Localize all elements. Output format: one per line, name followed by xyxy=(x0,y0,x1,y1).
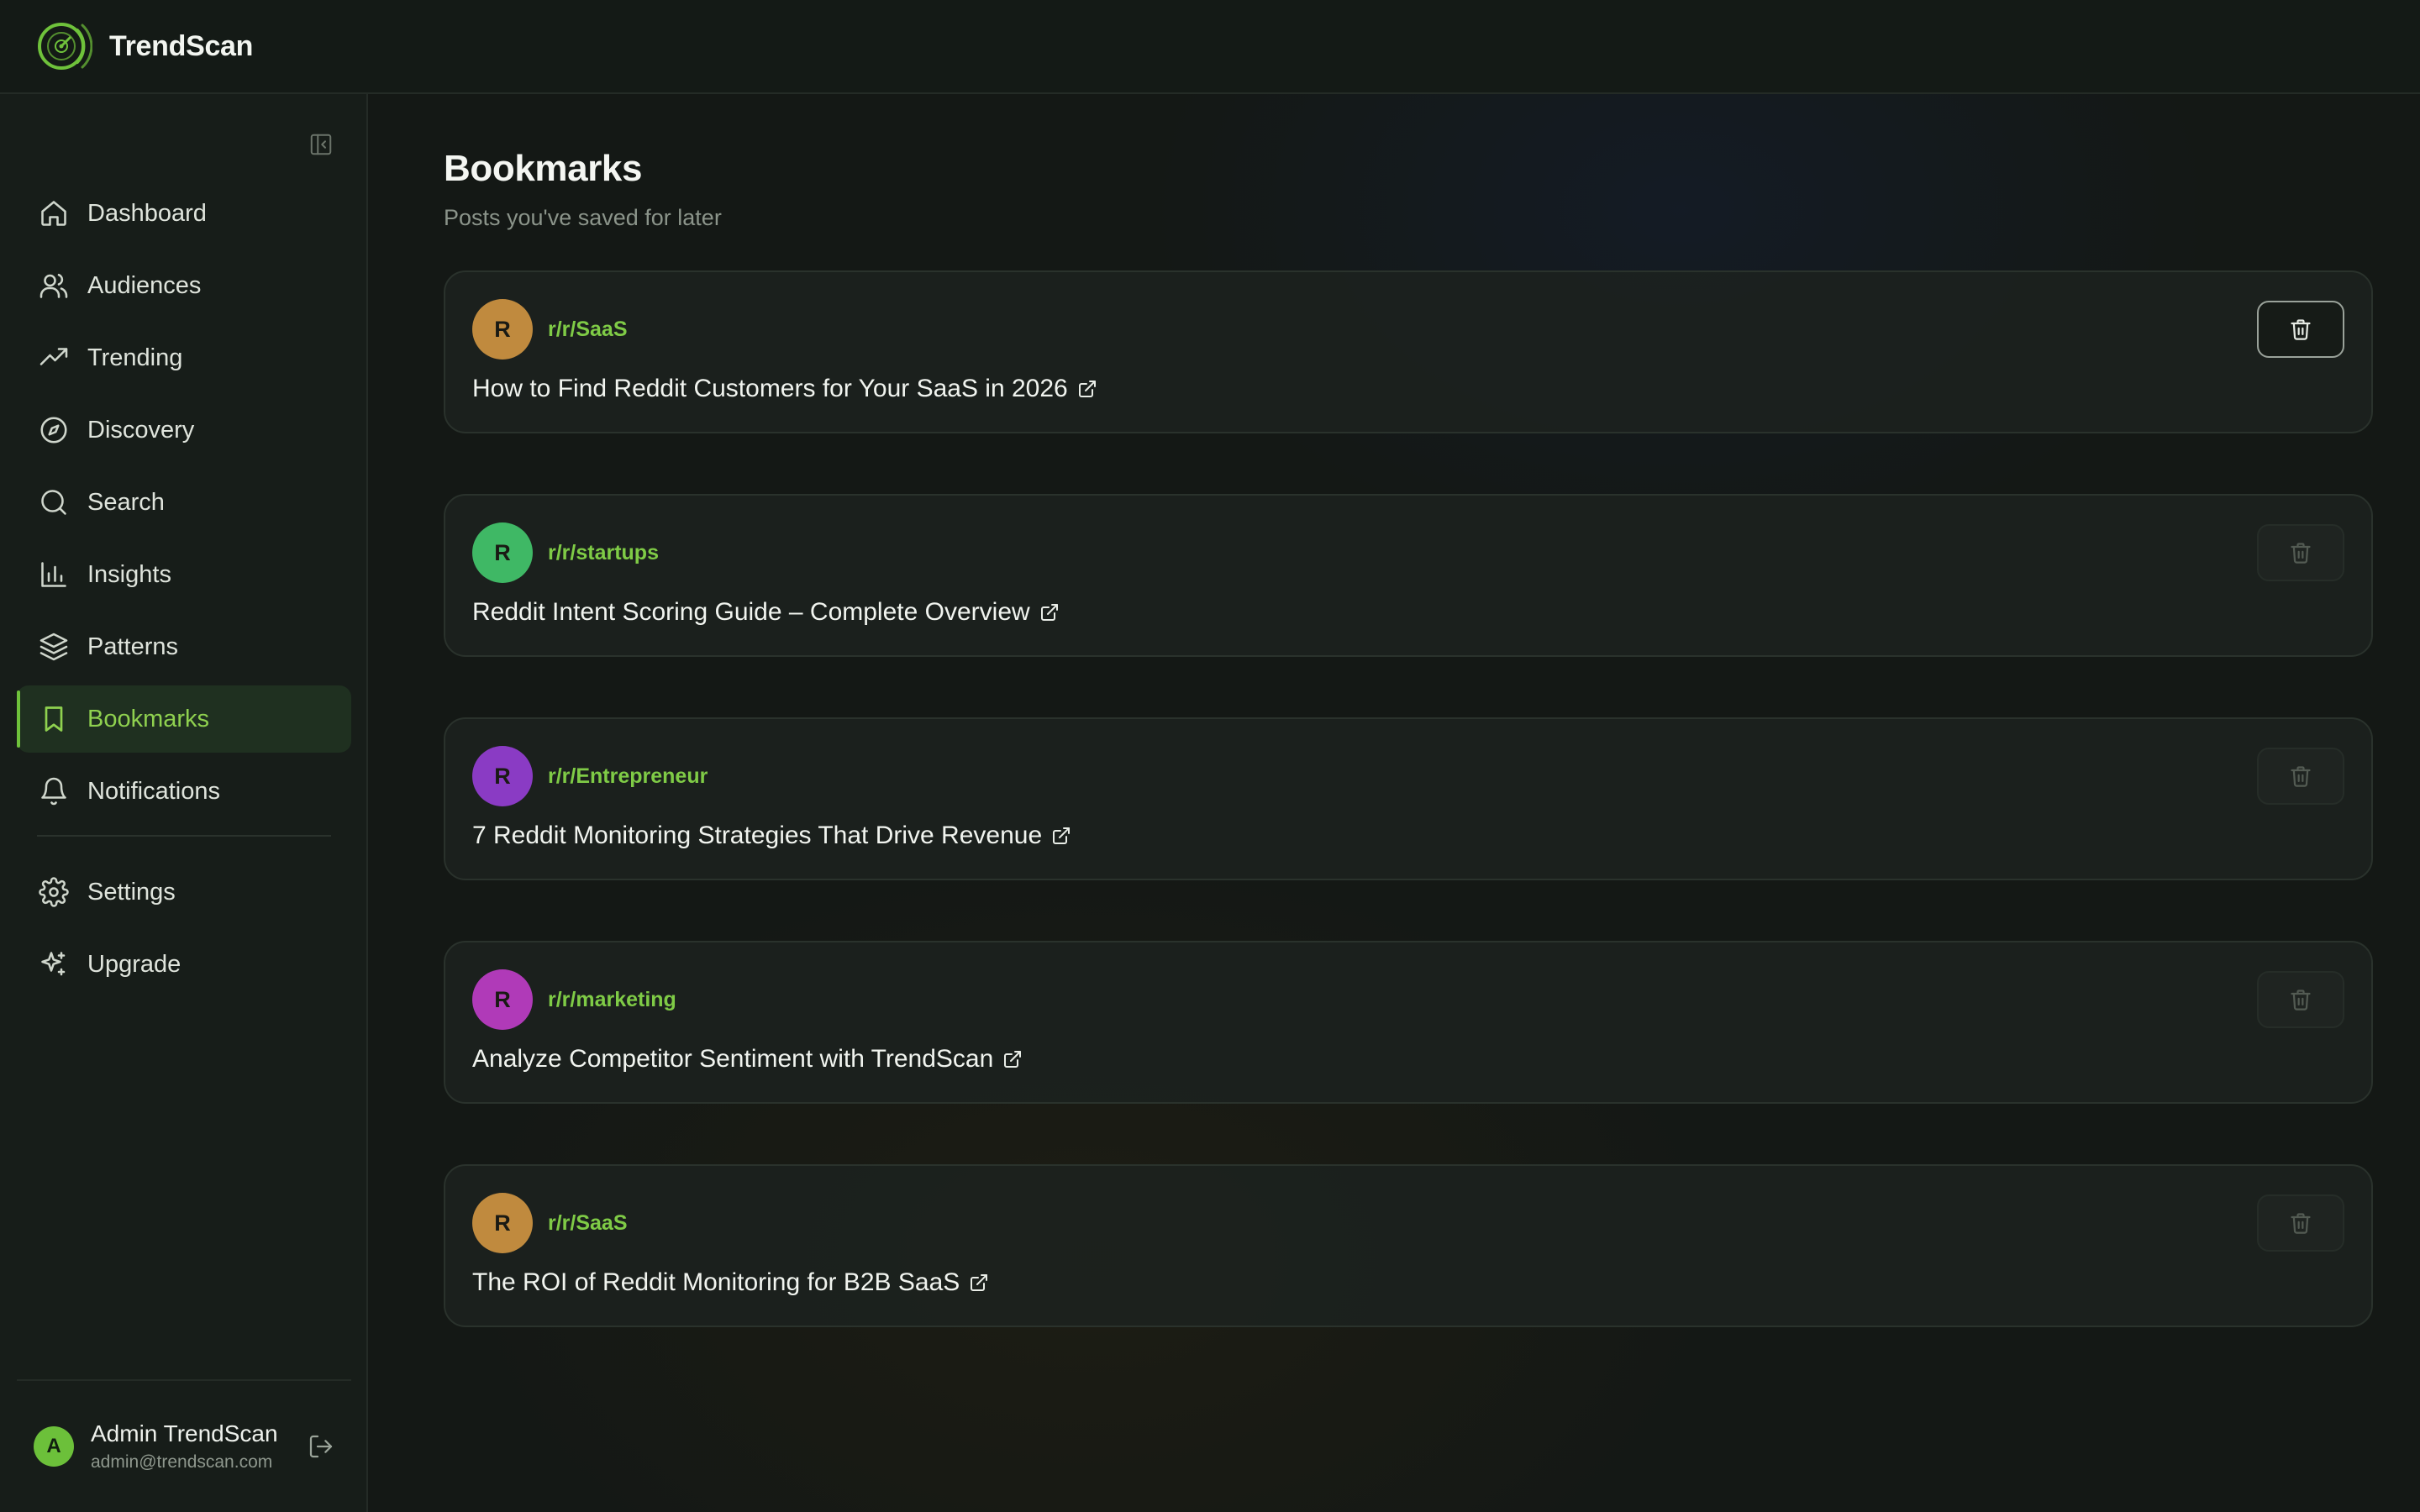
subreddit-link[interactable]: r/r/startups xyxy=(548,541,659,565)
bookmark-card: R r/r/SaaS The ROI of Reddit Monitoring … xyxy=(444,1164,2373,1327)
sidebar-item-label: Discovery xyxy=(87,416,195,444)
radar-logo-icon xyxy=(34,17,92,76)
post-title-link[interactable]: Analyze Competitor Sentiment with TrendS… xyxy=(472,1045,1023,1074)
bar-chart-icon xyxy=(37,558,71,591)
trash-icon xyxy=(2291,990,2311,1011)
gear-icon xyxy=(37,875,71,909)
bell-icon xyxy=(37,774,71,808)
sidebar-divider xyxy=(37,835,331,837)
post-title: Analyze Competitor Sentiment with TrendS… xyxy=(472,1045,994,1073)
subreddit-link[interactable]: r/r/SaaS xyxy=(548,1211,628,1236)
subreddit-avatar: R xyxy=(472,746,533,806)
users-icon xyxy=(37,269,71,302)
sidebar-item-trending[interactable]: Trending xyxy=(17,324,351,391)
sidebar-item-label: Settings xyxy=(87,878,176,906)
sidebar-item-audiences[interactable]: Audiences xyxy=(17,252,351,319)
trending-up-icon xyxy=(37,341,71,375)
trash-icon xyxy=(2291,319,2311,340)
subreddit-avatar: R xyxy=(472,1193,533,1253)
subreddit-avatar: R xyxy=(472,522,533,583)
sidebar-item-label: Upgrade xyxy=(87,950,182,978)
post-title: Reddit Intent Scoring Guide – Complete O… xyxy=(472,598,1030,626)
delete-bookmark-button[interactable] xyxy=(2257,971,2344,1028)
sidebar-item-upgrade[interactable]: Upgrade xyxy=(17,931,351,998)
delete-bookmark-button[interactable] xyxy=(2257,301,2344,358)
sidebar-item-label: Bookmarks xyxy=(87,705,210,732)
delete-bookmark-button[interactable] xyxy=(2257,748,2344,805)
sidebar-collapse-button[interactable] xyxy=(306,129,336,160)
sidebar-item-label: Trending xyxy=(87,344,183,371)
page-title: Bookmarks xyxy=(444,148,643,189)
sidebar-item-label: Patterns xyxy=(87,633,178,660)
logout-icon xyxy=(309,1435,333,1458)
external-link-icon xyxy=(1050,825,1072,847)
subreddit-link[interactable]: r/r/Entrepreneur xyxy=(548,764,708,789)
home-icon xyxy=(37,197,71,230)
page-subtitle: Posts you've saved for later xyxy=(444,205,722,230)
post-title-link[interactable]: 7 Reddit Monitoring Strategies That Driv… xyxy=(472,822,1072,850)
post-title-link[interactable]: The ROI of Reddit Monitoring for B2B Saa… xyxy=(472,1268,990,1297)
trash-icon xyxy=(2291,1213,2311,1234)
post-title-link[interactable]: How to Find Reddit Customers for Your Sa… xyxy=(472,375,1098,403)
external-link-icon xyxy=(1039,601,1060,623)
external-link-icon xyxy=(1002,1048,1023,1070)
post-title-link[interactable]: Reddit Intent Scoring Guide – Complete O… xyxy=(472,598,1060,627)
main-content: Bookmarks Posts you've saved for later R… xyxy=(444,94,2373,1327)
bookmark-card: R r/r/marketing Analyze Competitor Senti… xyxy=(444,941,2373,1104)
sidebar-item-search[interactable]: Search xyxy=(17,469,351,536)
top-bar: TrendScan xyxy=(0,0,2420,94)
sidebar-item-label: Notifications xyxy=(87,777,220,805)
sidebar-collapse-icon xyxy=(310,134,332,155)
sidebar-item-patterns[interactable]: Patterns xyxy=(17,613,351,680)
user-name: Admin TrendScan xyxy=(91,1420,278,1446)
sidebar-item-label: Insights xyxy=(87,560,171,588)
trash-icon xyxy=(2291,766,2311,787)
bookmark-icon xyxy=(37,702,71,736)
search-icon xyxy=(37,486,71,519)
trash-icon xyxy=(2291,543,2311,564)
avatar: A xyxy=(34,1426,74,1467)
sidebar-item-bookmarks[interactable]: Bookmarks xyxy=(17,685,351,753)
compass-icon xyxy=(37,413,71,447)
bookmark-card: R r/r/startups Reddit Intent Scoring Gui… xyxy=(444,494,2373,657)
sidebar-item-dashboard[interactable]: Dashboard xyxy=(17,180,351,247)
delete-bookmark-button[interactable] xyxy=(2257,1194,2344,1252)
user-profile: A Admin TrendScan admin@trendscan.com xyxy=(17,1379,351,1512)
sidebar-item-settings[interactable]: Settings xyxy=(17,858,351,926)
layers-icon xyxy=(37,630,71,664)
bookmark-card: R r/r/Entrepreneur 7 Reddit Monitoring S… xyxy=(444,717,2373,880)
post-title: The ROI of Reddit Monitoring for B2B Saa… xyxy=(472,1268,960,1296)
bookmark-card: R r/r/SaaS How to Find Reddit Customers … xyxy=(444,270,2373,433)
external-link-icon xyxy=(968,1272,990,1294)
post-title: 7 Reddit Monitoring Strategies That Driv… xyxy=(472,822,1043,849)
external-link-icon xyxy=(1076,378,1098,400)
user-info: Admin TrendScan admin@trendscan.com xyxy=(91,1420,284,1473)
subreddit-link[interactable]: r/r/marketing xyxy=(548,988,676,1012)
sidebar-item-discovery[interactable]: Discovery xyxy=(17,396,351,464)
subreddit-avatar: R xyxy=(472,299,533,360)
delete-bookmark-button[interactable] xyxy=(2257,524,2344,581)
sidebar: Dashboard Audiences Trending Discovery S… xyxy=(0,94,368,1512)
user-email: admin@trendscan.com xyxy=(91,1452,273,1472)
sidebar-item-notifications[interactable]: Notifications xyxy=(17,758,351,825)
sidebar-item-insights[interactable]: Insights xyxy=(17,541,351,608)
sidebar-item-label: Search xyxy=(87,488,165,516)
sidebar-nav: Dashboard Audiences Trending Discovery S… xyxy=(17,180,351,1003)
subreddit-avatar: R xyxy=(472,969,533,1030)
logout-button[interactable] xyxy=(304,1430,338,1463)
subreddit-link[interactable]: r/r/SaaS xyxy=(548,318,628,342)
sidebar-item-label: Dashboard xyxy=(87,199,207,227)
app-name: TrendScan xyxy=(109,29,254,62)
post-title: How to Find Reddit Customers for Your Sa… xyxy=(472,375,1068,402)
sidebar-item-label: Audiences xyxy=(87,271,202,299)
sparkles-icon xyxy=(37,948,71,981)
